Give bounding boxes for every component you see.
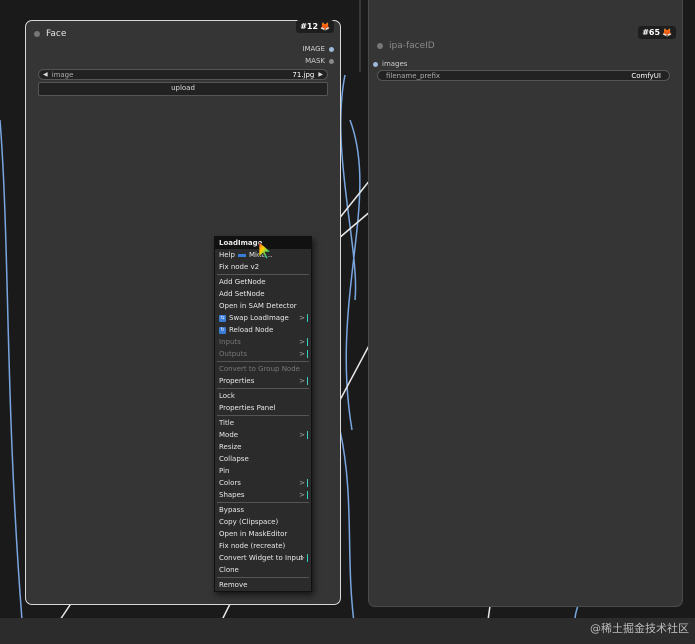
node-title[interactable]: ipa-faceID xyxy=(377,41,435,51)
menu-item-open-in-maskeditor[interactable]: Open in MaskEditor xyxy=(215,528,311,540)
menu-separator xyxy=(217,577,309,578)
menu-item-resize[interactable]: Resize xyxy=(215,441,311,453)
fox-icon: 🦊 xyxy=(320,22,330,31)
submenu-arrow-icon: > xyxy=(299,312,308,324)
submenu-arrow-icon: > xyxy=(299,477,308,489)
menu-item-clone[interactable]: Clone xyxy=(215,564,311,576)
fox-icon: 🦊 xyxy=(662,28,672,37)
collapse-dot-icon[interactable] xyxy=(34,31,40,37)
menu-item-pin[interactable]: Pin xyxy=(215,465,311,477)
input-images[interactable]: images xyxy=(373,60,407,68)
menu-separator xyxy=(217,388,309,389)
menu-separator xyxy=(217,274,309,275)
menu-item-copy-clipspace[interactable]: Copy (Clipspace) xyxy=(215,516,311,528)
node-title[interactable]: Face xyxy=(34,29,66,39)
output-image[interactable]: IMAGE xyxy=(302,45,334,53)
node-context-menu: LoadImage Help Mida... Fix node v2 Add G… xyxy=(214,236,312,592)
menu-item-outputs[interactable]: Outputs > xyxy=(215,348,311,360)
output-slot-icon[interactable] xyxy=(329,58,334,64)
menu-item-properties[interactable]: Properties > xyxy=(215,375,311,387)
reload-icon: ↻ xyxy=(219,326,226,334)
menu-item-properties-panel[interactable]: Properties Panel xyxy=(215,402,311,414)
menu-item-add-getnode[interactable]: Add GetNode xyxy=(215,276,311,288)
menu-item-bypass[interactable]: Bypass xyxy=(215,504,311,516)
menu-item-add-setnode[interactable]: Add SetNode xyxy=(215,288,311,300)
submenu-arrow-icon: > xyxy=(299,348,308,360)
menu-item-reload-node[interactable]: ↻ Reload Node xyxy=(215,324,311,336)
mouse-cursor-icon xyxy=(258,241,272,260)
submenu-arrow-icon: > xyxy=(299,489,308,501)
left-arrow-icon[interactable]: ◀ xyxy=(43,71,48,78)
menu-item-title[interactable]: Title xyxy=(215,417,311,429)
filename-prefix-widget[interactable]: filename_prefix ComfyUI xyxy=(377,70,670,81)
output-slot-icon[interactable] xyxy=(329,46,334,52)
menu-item-lock[interactable]: Lock xyxy=(215,390,311,402)
node-id-badge: #65 🦊 xyxy=(638,26,676,39)
right-arrow-icon[interactable]: ▶ xyxy=(318,71,323,78)
menu-separator xyxy=(217,415,309,416)
watermark: @稀土掘金技术社区 xyxy=(590,622,689,635)
swap-icon: ⇆ xyxy=(219,314,226,322)
submenu-arrow-icon: > xyxy=(299,336,308,348)
upload-button[interactable]: upload xyxy=(38,82,328,96)
menu-item-swap-loadimage[interactable]: ⇆ Swap LoadImage > xyxy=(215,312,311,324)
input-slot-icon[interactable] xyxy=(373,61,378,67)
menu-item-collapse[interactable]: Collapse xyxy=(215,453,311,465)
menu-item-inputs[interactable]: Inputs > xyxy=(215,336,311,348)
menu-separator xyxy=(217,502,309,503)
menu-item-remove[interactable]: Remove xyxy=(215,579,311,591)
submenu-arrow-icon: > xyxy=(299,552,308,564)
submenu-arrow-icon: > xyxy=(299,375,308,387)
save-image-node[interactable]: #65 🦊 ipa-faceID images filename_prefix C… xyxy=(368,0,683,607)
collapse-dot-icon[interactable] xyxy=(377,43,383,49)
output-mask[interactable]: MASK xyxy=(305,57,334,65)
menu-item-shapes[interactable]: Shapes > xyxy=(215,489,311,501)
menu-item-mode[interactable]: Mode > xyxy=(215,429,311,441)
image-combo-widget[interactable]: ◀ image 71.jpg ▶ xyxy=(38,69,328,80)
menu-item-convert-to-group-node[interactable]: Convert to Group Node xyxy=(215,363,311,375)
submenu-arrow-icon: > xyxy=(299,429,308,441)
menu-item-fix-node-v2[interactable]: Fix node v2 xyxy=(215,261,311,273)
node-id-badge: #12 🦊 xyxy=(296,20,334,33)
link-icon xyxy=(237,253,246,257)
menu-item-colors[interactable]: Colors > xyxy=(215,477,311,489)
menu-item-open-sam-detector[interactable]: Open in SAM Detector xyxy=(215,300,311,312)
menu-item-fix-node-recreate[interactable]: Fix node (recreate) xyxy=(215,540,311,552)
menu-separator xyxy=(217,361,309,362)
menu-item-convert-widget-to-input[interactable]: Convert Widget to Input > xyxy=(215,552,311,564)
